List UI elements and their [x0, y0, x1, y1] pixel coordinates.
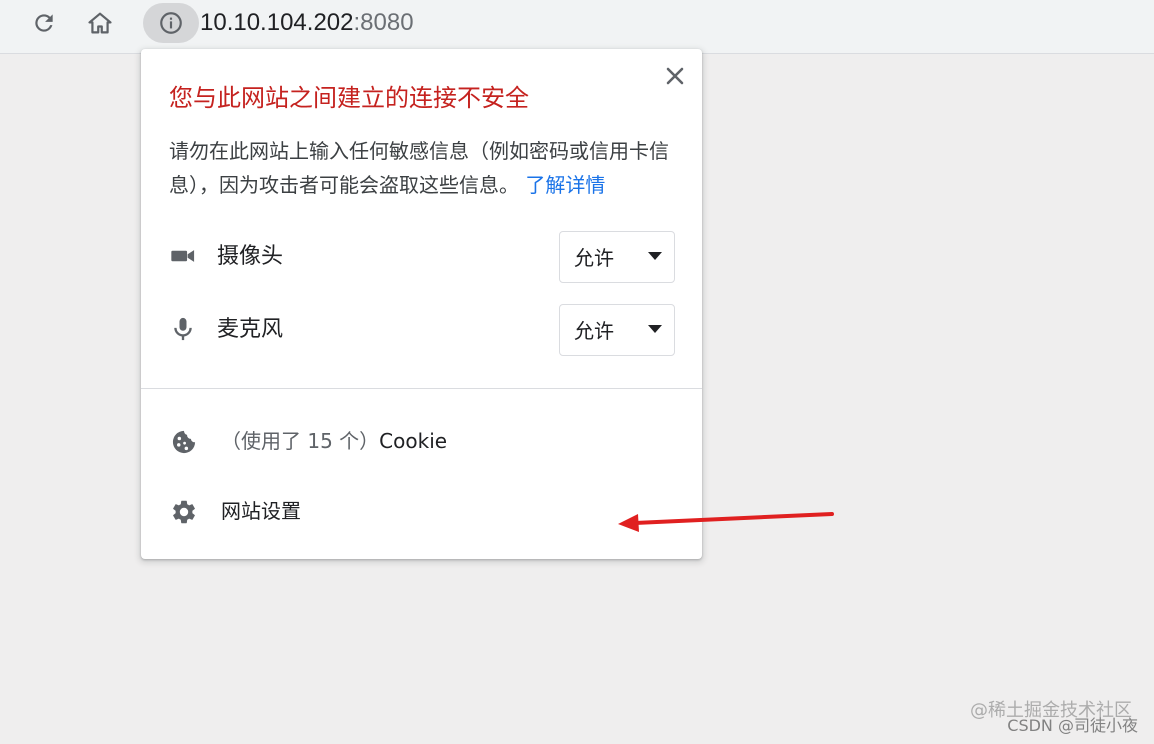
cookies-label: （使用了 15 个）Cookie [221, 425, 447, 457]
camera-permission-select[interactable]: 允许 [559, 231, 675, 283]
red-arrow-annotation [618, 512, 834, 532]
reload-button[interactable] [26, 5, 62, 41]
url-port: :8080 [353, 9, 414, 36]
browser-toolbar: 10.10.104.202:8080 [0, 0, 1154, 54]
close-icon [666, 67, 684, 85]
reload-icon [35, 14, 53, 32]
home-button[interactable] [82, 5, 118, 41]
site-settings-row[interactable]: 网站设置 [169, 491, 675, 531]
chevron-down-icon [648, 252, 662, 260]
cookie-count-text: （使用了 15 个） [221, 429, 380, 453]
cookie-text: Cookie [379, 429, 448, 453]
url-host: 10.10.104.202 [200, 9, 354, 36]
permission-row-microphone: 麦克风 允许 [169, 304, 675, 358]
cookie-icon [169, 427, 199, 457]
camera-permission-value: 允许 [574, 246, 614, 270]
microphone-permission-select[interactable]: 允许 [559, 304, 675, 356]
cookies-row[interactable]: （使用了 15 个）Cookie [169, 421, 675, 461]
divider [141, 388, 702, 389]
info-icon [160, 12, 182, 34]
permission-row-camera: 摄像头 允许 [169, 231, 675, 285]
connection-warning-title: 您与此网站之间建立的连接不安全 [169, 84, 529, 112]
permission-label-camera: 摄像头 [217, 244, 284, 269]
watermark-csdn: CSDN @司徒小夜 [1007, 716, 1138, 735]
site-info-button[interactable] [143, 3, 199, 43]
home-icon [88, 12, 112, 34]
gear-icon [169, 497, 199, 527]
permission-label-microphone: 麦克风 [217, 317, 284, 342]
camera-icon [169, 242, 197, 270]
close-button[interactable] [662, 63, 688, 89]
address-bar[interactable]: 10.10.104.202:8080 [200, 8, 414, 38]
microphone-icon [169, 315, 197, 343]
learn-more-link[interactable]: 了解详情 [525, 173, 605, 197]
microphone-permission-value: 允许 [574, 319, 614, 343]
site-info-popup: 您与此网站之间建立的连接不安全 请勿在此网站上输入任何敏感信息（例如密码或信用卡… [141, 49, 702, 559]
connection-warning-description: 请勿在此网站上输入任何敏感信息（例如密码或信用卡信息），因为攻击者可能会盗取这些… [169, 134, 689, 202]
chevron-down-icon [648, 325, 662, 333]
site-settings-label: 网站设置 [221, 499, 301, 523]
